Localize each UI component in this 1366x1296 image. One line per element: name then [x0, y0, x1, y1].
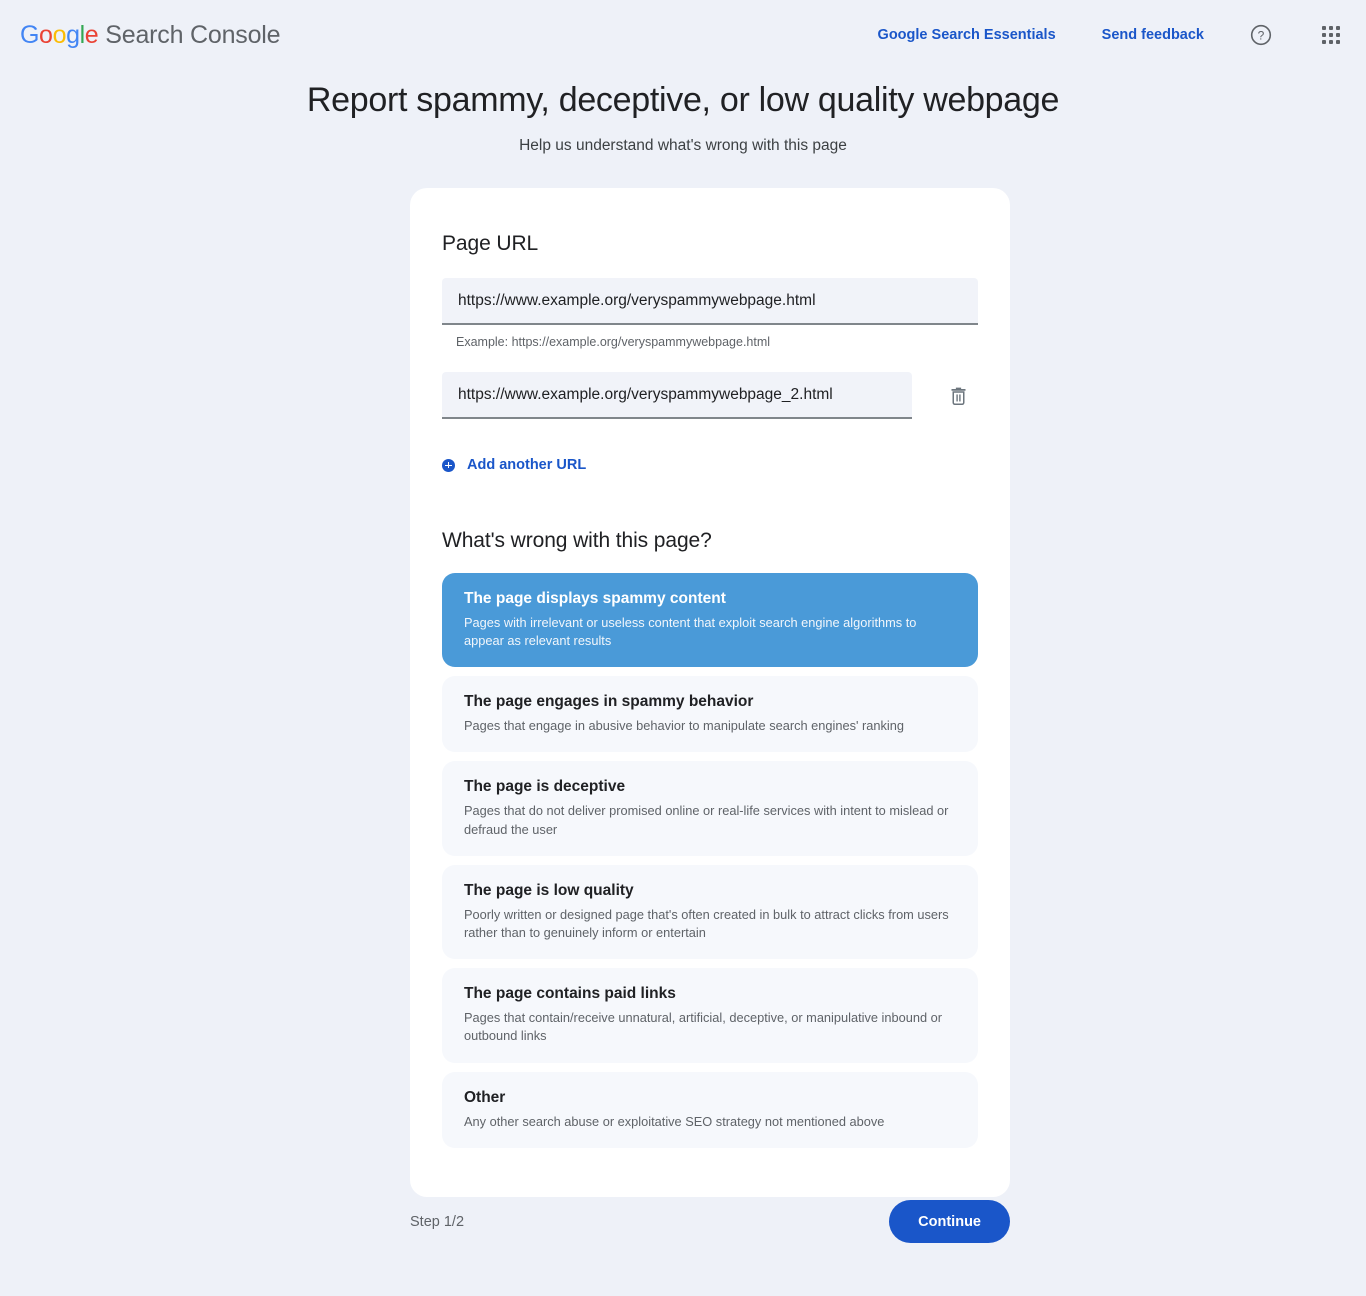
- url-row-1: Example: https://example.org/veryspammyw…: [442, 278, 978, 349]
- option-spammy-content[interactable]: The page displays spammy content Pages w…: [442, 572, 978, 667]
- product-name: Search Console: [105, 20, 281, 49]
- report-form-card: Page URL Example: https://example.org/ve…: [410, 188, 1010, 1197]
- trash-icon[interactable]: [938, 372, 978, 419]
- question-section-title: What's wrong with this page?: [442, 528, 712, 552]
- google-wordmark: Google: [20, 20, 99, 49]
- url-input-2[interactable]: [442, 372, 912, 419]
- top-header-bar: Google Search Console Google Search Esse…: [0, 0, 1366, 70]
- option-description: Poorly written or designed page that's o…: [464, 906, 949, 940]
- option-paid-links[interactable]: The page contains paid links Pages that …: [442, 968, 978, 1063]
- url-row-2: [442, 372, 978, 419]
- apps-grid-icon[interactable]: [1318, 22, 1344, 48]
- google-search-essentials-link[interactable]: Google Search Essentials: [878, 27, 1056, 43]
- apps-grid-dots: [1322, 26, 1340, 44]
- option-title: The page displays spammy content: [464, 589, 726, 607]
- plus-circle-icon: [442, 458, 455, 472]
- form-footer: Step 1/2 Continue: [410, 1200, 1010, 1243]
- option-description: Any other search abuse or exploitative S…: [464, 1113, 885, 1129]
- url-field-list: Example: https://example.org/veryspammyw…: [442, 278, 978, 419]
- page-url-section-title: Page URL: [442, 232, 539, 255]
- step-indicator: Step 1/2: [410, 1213, 465, 1230]
- url-example-hint: Example: https://example.org/veryspammyw…: [456, 335, 771, 349]
- svg-text:?: ?: [1258, 28, 1265, 42]
- option-title: The page is deceptive: [464, 778, 626, 796]
- option-description: Pages that contain/receive unnatural, ar…: [464, 1010, 943, 1044]
- page-subtitle: Help us understand what's wrong with thi…: [519, 137, 847, 154]
- add-another-url-label: Add another URL: [467, 457, 587, 473]
- option-description: Pages that engage in abusive behavior to…: [464, 718, 904, 734]
- option-description: Pages that do not deliver promised onlin…: [464, 803, 949, 837]
- option-title: The page is low quality: [464, 881, 634, 899]
- row-spacer: [442, 349, 978, 372]
- issue-options-list: The page displays spammy content Pages w…: [442, 572, 978, 1148]
- url-input-1[interactable]: [442, 278, 978, 325]
- page-title: Report spammy, deceptive, or low quality…: [306, 81, 1060, 119]
- option-title: Other: [464, 1088, 506, 1106]
- option-title: The page contains paid links: [464, 985, 676, 1003]
- option-spammy-behavior[interactable]: The page engages in spammy behavior Page…: [442, 675, 978, 753]
- option-deceptive[interactable]: The page is deceptive Pages that do not …: [442, 761, 978, 856]
- url-field-wrapper-1: Example: https://example.org/veryspammyw…: [442, 278, 978, 349]
- add-another-url-button[interactable]: Add another URL: [442, 457, 586, 473]
- option-title: The page engages in spammy behavior: [464, 692, 754, 710]
- send-feedback-link[interactable]: Send feedback: [1102, 27, 1204, 43]
- help-circle-icon[interactable]: ?: [1248, 22, 1274, 48]
- option-description: Pages with irrelevant or useless content…: [464, 614, 917, 648]
- continue-button[interactable]: Continue: [889, 1200, 1010, 1243]
- option-low-quality[interactable]: The page is low quality Poorly written o…: [442, 864, 978, 960]
- google-search-console-logo[interactable]: Google Search Console: [20, 20, 281, 50]
- url-field-wrapper-2: [442, 372, 912, 419]
- option-other[interactable]: Other Any other search abuse or exploita…: [442, 1071, 978, 1148]
